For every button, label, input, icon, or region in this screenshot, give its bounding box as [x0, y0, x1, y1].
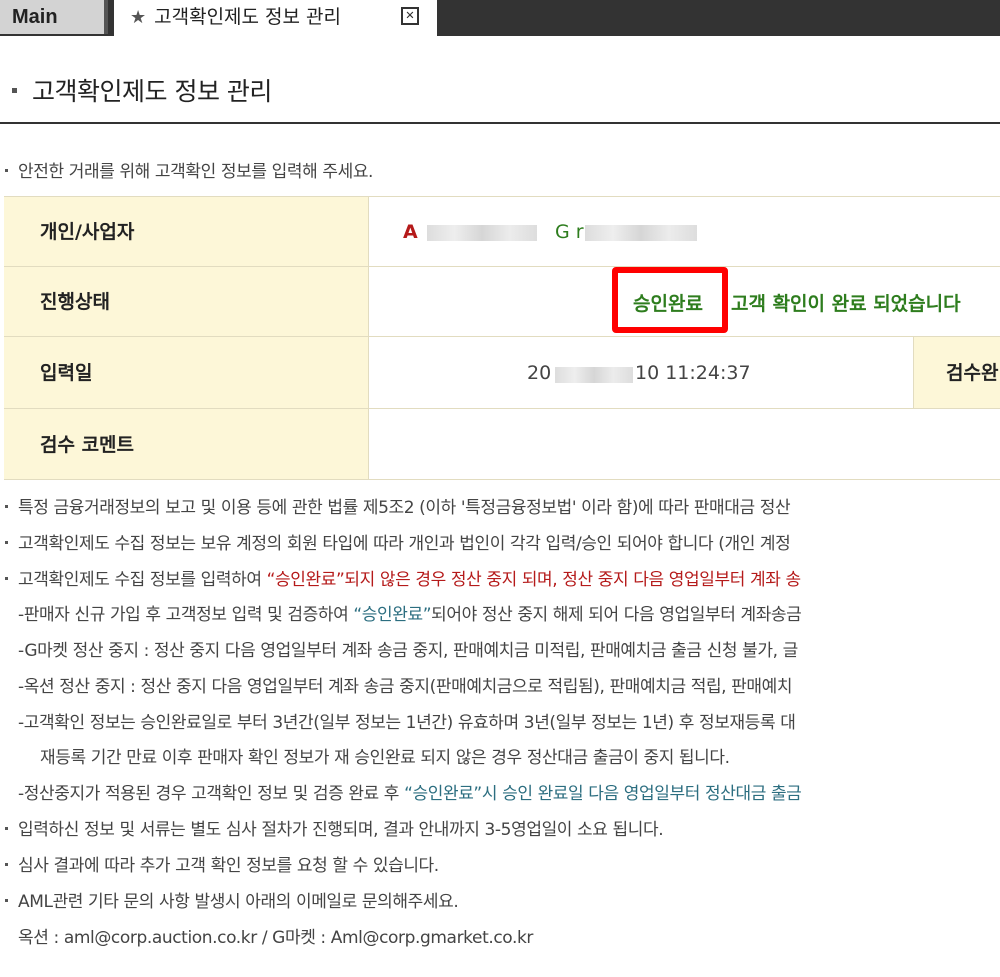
value-date: 20 10 11:24:37: [369, 337, 1000, 408]
tab-customer-verification[interactable]: ★ 고객확인제도 정보 관리 ✕: [114, 0, 437, 36]
bullet-icon: [5, 540, 8, 544]
notice-sub-3: -옥션 정산 중지 : 정산 중지 다음 영업일부터 계좌 송금 중지(판매예치…: [0, 673, 1000, 701]
notice-highlight: “승인완료”되지 않은 경우 정산 중지 되며, 정산 중지 다음 영업일부터 …: [266, 570, 801, 590]
notice-6: AML관련 기타 문의 사항 발생시 아래의 이메일로 문의해주세요.: [0, 888, 1000, 916]
close-icon[interactable]: ✕: [401, 7, 419, 25]
notice-sub-1: -판매자 신규 가입 후 고객정보 입력 및 검증하여 “승인완료”되어야 정산…: [0, 601, 1000, 629]
highlight-annotation: [612, 267, 728, 333]
table-row-entity: 개인/사업자 A G r: [4, 196, 1000, 266]
bullet-icon: [5, 504, 8, 508]
label-entity: 개인/사업자: [4, 197, 369, 266]
bullet-icon: [12, 88, 17, 93]
notice-text: 특정 금융거래정보의 보고 및 이용 등에 관한 법률 제5조2 (이하 '특정…: [18, 498, 791, 518]
label-review-complete: 검수완: [913, 337, 1000, 408]
notice-3: 고객확인제도 수집 정보를 입력하여 “승인완료”되지 않은 경우 정산 중지 …: [0, 566, 1000, 594]
notice-sub-4: -고객확인 정보는 승인완료일로 부터 3년간(일부 정보는 1년간) 유효하며…: [0, 709, 1000, 737]
star-icon: ★: [130, 7, 147, 28]
label-comment: 검수 코멘트: [4, 409, 369, 479]
entity-name-g: G r: [555, 221, 584, 243]
notice-text: 되어야 정산 중지 해제 되어 다음 영업일부터 계좌송금: [431, 605, 802, 625]
notice-highlight: “승인완료”: [353, 605, 432, 625]
notice-1: 특정 금융거래정보의 보고 및 이용 등에 관한 법률 제5조2 (이하 '특정…: [0, 494, 1000, 522]
notice-text: -고객확인 정보는 승인완료일로 부터 3년간(일부 정보는 1년간) 유효하며…: [18, 713, 796, 733]
entity-name-a: A: [403, 221, 418, 243]
notice-text: -정산중지가 적용된 경우 고객확인 정보 및 검증 완료 후: [18, 784, 405, 804]
redacted-block: [427, 225, 537, 241]
tab-main[interactable]: Main: [0, 0, 108, 34]
notice-text: 재등록 기간 만료 이후 판매자 확인 정보가 재 승인완료 되지 않은 경우 …: [40, 748, 730, 768]
notice-text: 입력하신 정보 및 서류는 별도 심사 절차가 진행되며, 결과 안내까지 3-…: [18, 820, 664, 840]
notice-2: 고객확인제도 수집 정보는 보유 계정의 회원 타입에 따라 개인과 법인이 각…: [0, 530, 1000, 558]
date-time: 10 11:24:37: [635, 362, 751, 384]
intro-label: 안전한 거래를 위해 고객확인 정보를 입력해 주세요.: [18, 162, 374, 182]
notice-sub-5: -정산중지가 적용된 경우 고객확인 정보 및 검증 완료 후 “승인완료”시 …: [0, 780, 1000, 808]
value-comment: [369, 409, 1000, 479]
value-entity: A G r: [369, 197, 1000, 266]
date-prefix: 20: [527, 362, 552, 384]
notice-text: -G마켓 정산 중지 : 정산 중지 다음 영업일부터 계좌 송금 중지, 판매…: [18, 641, 798, 661]
intro-text: 안전한 거래를 위해 고객확인 정보를 입력해 주세요.: [0, 158, 1000, 186]
table-row-status: 진행상태 승인완료 고객 확인이 완료 되었습니다: [4, 266, 1000, 336]
page-header: 고객확인제도 정보 관리: [0, 66, 1000, 124]
bullet-icon: [5, 826, 8, 830]
tab-label: 고객확인제도 정보 관리: [154, 6, 342, 28]
contact-text: 옥션 : aml@corp.auction.co.kr / G마켓 : Aml@…: [18, 928, 534, 948]
redacted-block: [555, 367, 633, 383]
notice-5: 심사 결과에 따라 추가 고객 확인 정보를 요청 할 수 있습니다.: [0, 852, 1000, 880]
bullet-icon: [5, 862, 8, 866]
redacted-block: [585, 225, 697, 241]
contact-emails: 옥션 : aml@corp.auction.co.kr / G마켓 : Aml@…: [0, 924, 1000, 952]
notice-4: 입력하신 정보 및 서류는 별도 심사 절차가 진행되며, 결과 안내까지 3-…: [0, 816, 1000, 844]
notice-sub-4-cont: 재등록 기간 만료 이후 판매자 확인 정보가 재 승인완료 되지 않은 경우 …: [0, 744, 1000, 772]
bullet-icon: [5, 168, 8, 172]
tab-bar: Main ★ 고객확인제도 정보 관리 ✕: [0, 0, 1000, 36]
bullet-icon: [5, 576, 8, 580]
notice-highlight: “승인완료”시 승인 완료일 다음 영업일부터 정산대금 출금: [404, 784, 802, 804]
page-title: 고객확인제도 정보 관리: [32, 77, 272, 106]
notice-text: 심사 결과에 따라 추가 고객 확인 정보를 요청 할 수 있습니다.: [18, 856, 439, 876]
label-date: 입력일: [4, 337, 369, 408]
label-status: 진행상태: [4, 267, 369, 336]
table-row-comment: 검수 코멘트: [4, 408, 1000, 480]
status-message: 고객 확인이 완료 되었습니다: [731, 293, 961, 315]
notice-sub-2: -G마켓 정산 중지 : 정산 중지 다음 영업일부터 계좌 송금 중지, 판매…: [0, 637, 1000, 665]
table-row-date: 입력일 20 10 11:24:37 검수완: [4, 336, 1000, 408]
notice-text: 고객확인제도 수집 정보는 보유 계정의 회원 타입에 따라 개인과 법인이 각…: [18, 534, 791, 554]
notice-text: AML관련 기타 문의 사항 발생시 아래의 이메일로 문의해주세요.: [18, 892, 459, 912]
notice-text: -옥션 정산 중지 : 정산 중지 다음 영업일부터 계좌 송금 중지(판매예치…: [18, 677, 793, 697]
bullet-icon: [5, 898, 8, 902]
notice-text: -판매자 신규 가입 후 고객정보 입력 및 검증하여: [18, 605, 354, 625]
notice-text: 고객확인제도 수집 정보를 입력하여: [18, 570, 267, 590]
